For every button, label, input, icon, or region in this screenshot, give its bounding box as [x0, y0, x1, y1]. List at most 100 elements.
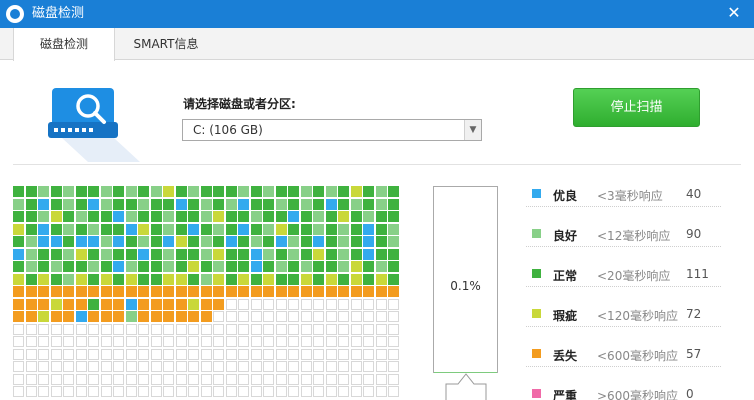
disk-block: [338, 323, 349, 335]
disk-block: [238, 336, 249, 347]
disk-block: [138, 273, 149, 285]
disk-block: [88, 386, 99, 397]
disk-block: [350, 198, 362, 210]
disk-block: [25, 286, 37, 297]
disk-block: [188, 386, 199, 397]
disk-block: [163, 323, 174, 335]
tab-smart-info[interactable]: SMART信息: [115, 28, 217, 60]
disk-block: [363, 248, 374, 260]
disk-block: [338, 386, 349, 397]
disk-block: [250, 336, 262, 347]
tab-disk-check[interactable]: 磁盘检测: [13, 28, 115, 61]
disk-block: [300, 386, 312, 397]
disk-block: [125, 248, 137, 260]
disk-block: [288, 373, 299, 385]
disk-block: [138, 286, 149, 297]
disk-block: [50, 386, 62, 397]
disk-block: [300, 223, 312, 235]
disk-block: [375, 373, 387, 385]
close-button[interactable]: ✕: [724, 3, 744, 23]
disk-block: [363, 273, 374, 285]
disk-block: [163, 261, 174, 272]
disk-block: [213, 323, 224, 335]
legend-row-severe: 严重 >600毫秒响应 0: [526, 380, 721, 400]
disk-block: [225, 236, 237, 247]
disk-block: [275, 286, 287, 297]
disk-block: [125, 361, 137, 372]
disk-block: [38, 361, 49, 372]
disk-block: [188, 261, 199, 272]
legend-swatch-good: [532, 229, 541, 238]
disk-block: [213, 348, 224, 360]
disk-block: [388, 223, 399, 235]
disk-block: [25, 323, 37, 335]
disk-block: [25, 336, 37, 347]
disk-block: [250, 298, 262, 310]
disk-block: [113, 298, 124, 310]
disk-block: [225, 361, 237, 372]
disk-block: [363, 373, 374, 385]
disk-block: [50, 323, 62, 335]
disk-block: [388, 311, 399, 322]
disk-block: [38, 273, 49, 285]
legend-count: 72: [686, 307, 702, 321]
disk-block: [175, 286, 187, 297]
disk-block: [63, 386, 74, 397]
disk-select[interactable]: C: (106 GB) ▼: [182, 119, 482, 141]
legend-swatch-flaw: [532, 309, 541, 318]
disk-block: [175, 273, 187, 285]
disk-block: [225, 261, 237, 272]
disk-block: [200, 386, 212, 397]
disk-block: [163, 386, 174, 397]
disk-block: [288, 223, 299, 235]
disk-block: [88, 286, 99, 297]
chevron-down-icon[interactable]: ▼: [464, 120, 481, 140]
disk-block: [388, 286, 399, 297]
disk-block: [363, 186, 374, 197]
disk-block: [113, 211, 124, 222]
disk-block: [113, 198, 124, 210]
legend-name: 正常: [553, 269, 578, 283]
disk-block: [225, 336, 237, 347]
disk-block: [288, 236, 299, 247]
disk-block: [113, 311, 124, 322]
disk-block: [363, 236, 374, 247]
disk-block: [163, 211, 174, 222]
disk-block: [113, 248, 124, 260]
disk-block: [50, 198, 62, 210]
disk-block: [88, 248, 99, 260]
disk-block: [275, 348, 287, 360]
disk-block: [100, 236, 112, 247]
disk-block: [125, 298, 137, 310]
disk-block: [213, 336, 224, 347]
disk-block: [263, 273, 274, 285]
disk-block: [63, 373, 74, 385]
disk-block: [113, 348, 124, 360]
disk-block: [338, 261, 349, 272]
disk-block: [375, 248, 387, 260]
disk-block: [25, 223, 37, 235]
disk-block: [288, 248, 299, 260]
disk-block: [300, 348, 312, 360]
disk-block: [25, 386, 37, 397]
disk-block: [225, 348, 237, 360]
disk-block: [350, 373, 362, 385]
disk-block: [338, 361, 349, 372]
disk-block: [263, 361, 274, 372]
disk-block: [375, 261, 387, 272]
disk-block: [163, 248, 174, 260]
disk-block: [163, 373, 174, 385]
disk-block: [175, 248, 187, 260]
disk-block: [163, 311, 174, 322]
disk-block: [263, 248, 274, 260]
disk-block: [100, 248, 112, 260]
disk-block: [63, 286, 74, 297]
disk-block: [213, 198, 224, 210]
disk-block: [238, 248, 249, 260]
disk-block: [325, 323, 337, 335]
stop-scan-button[interactable]: 停止扫描: [573, 88, 700, 127]
disk-block: [150, 273, 162, 285]
disk-block: [375, 386, 387, 397]
disk-block: [238, 198, 249, 210]
disk-block: [338, 211, 349, 222]
